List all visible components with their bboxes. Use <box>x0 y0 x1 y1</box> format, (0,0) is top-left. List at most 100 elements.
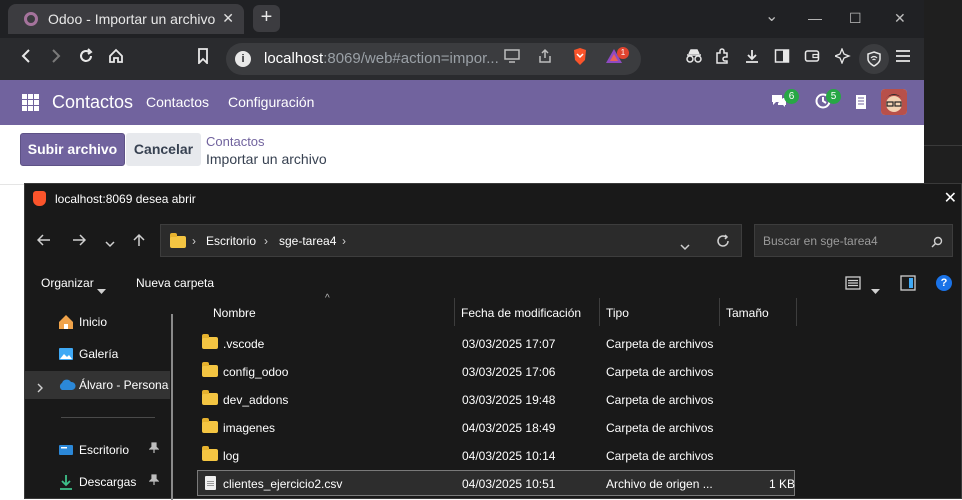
breadcrumb-current: Importar un archivo <box>206 151 327 167</box>
odoo-favicon-icon <box>24 12 38 26</box>
folder-icon <box>202 334 218 349</box>
path-segment-escritorio[interactable]: Escritorio <box>206 234 256 248</box>
file-row[interactable]: .vscode 03/03/2025 17:07 Carpeta de arch… <box>197 330 795 356</box>
bookmark-icon[interactable] <box>192 48 214 70</box>
download-icon <box>58 474 74 490</box>
dialog-back-icon[interactable] <box>36 233 51 250</box>
search-icon <box>931 235 943 253</box>
site-info-icon[interactable]: i <box>235 51 251 67</box>
organize-menu-button[interactable]: Organizar <box>41 276 94 290</box>
home-icon <box>58 314 74 330</box>
browser-toolbar: i localhost:8069/web#action=impor... 1 <box>0 38 924 80</box>
view-options-icon[interactable] <box>845 276 861 295</box>
sidebar-toggle-icon[interactable] <box>771 48 793 70</box>
downloads-icon[interactable] <box>741 48 763 70</box>
help-icon[interactable]: ? <box>936 275 952 291</box>
vpn-shield-icon[interactable] <box>859 44 889 74</box>
back-icon[interactable] <box>15 48 37 70</box>
sidebar-item-descargas[interactable]: Descargas <box>25 468 170 496</box>
extensions-icon[interactable] <box>711 48 733 70</box>
dialog-search-input[interactable]: Buscar en sge-tarea4 <box>754 224 953 257</box>
file-row-selected[interactable]: clientes_ejercicio2.csv 04/03/2025 10:51… <box>197 470 795 496</box>
column-header-name[interactable]: Nombre <box>207 298 455 326</box>
browser-tab-odoo[interactable]: Odoo - Importar un archivo ✕ <box>8 4 244 34</box>
address-dropdown-icon[interactable] <box>680 238 690 256</box>
column-header-type[interactable]: Tipo <box>600 298 720 326</box>
sidebar-item-onedrive[interactable]: Álvaro - Persona <box>25 371 170 399</box>
brave-shields-icon[interactable] <box>569 48 591 70</box>
column-header-modified[interactable]: Fecha de modificación <box>455 298 600 326</box>
preview-pane-icon[interactable] <box>900 275 916 296</box>
browser-tab-strip: Odoo - Importar un archivo ✕ + ⌄ — ☐ ✕ <box>0 0 924 38</box>
path-separator-icon: › <box>192 234 196 248</box>
breadcrumb-contactos[interactable]: Contactos <box>206 134 265 149</box>
sidebar-item-inicio[interactable]: Inicio <box>25 308 170 336</box>
new-tab-button[interactable]: + <box>253 5 280 32</box>
file-row[interactable]: imagenes 04/03/2025 18:49 Carpeta de arc… <box>197 414 795 440</box>
dialog-titlebar: localhost:8069 desea abrir ✕ <box>25 184 962 214</box>
gallery-icon <box>58 346 74 362</box>
dialog-forward-icon[interactable] <box>72 233 87 250</box>
folder-icon <box>202 362 218 377</box>
sidebar-scrollbar[interactable] <box>171 314 173 500</box>
user-avatar[interactable] <box>881 89 907 115</box>
new-folder-button[interactable]: Nueva carpeta <box>136 276 214 290</box>
cancel-button[interactable]: Cancelar <box>126 133 201 166</box>
folder-icon <box>202 446 218 461</box>
share-icon[interactable] <box>534 48 556 70</box>
nav-contactos[interactable]: Contactos <box>146 94 209 110</box>
switch-company-icon[interactable] <box>855 94 867 115</box>
maximize-button[interactable]: ☐ <box>849 10 862 27</box>
up-folder-icon[interactable] <box>133 233 145 251</box>
view-options-chevron-icon[interactable] <box>871 281 880 299</box>
dialog-title: localhost:8069 desea abrir <box>55 192 196 206</box>
csv-file-icon <box>205 476 216 490</box>
file-row[interactable]: dev_addons 03/03/2025 19:48 Carpeta de a… <box>197 386 795 412</box>
activities-badge: 5 <box>826 89 841 104</box>
organize-chevron-icon <box>97 281 106 299</box>
dialog-address-bar[interactable]: › Escritorio › sge-tarea4 › <box>160 224 742 257</box>
close-window-button[interactable]: ✕ <box>894 10 906 27</box>
minimize-button[interactable]: — <box>808 10 822 26</box>
brave-logo-icon <box>33 191 46 206</box>
pin-icon <box>148 474 160 489</box>
desktop-icon <box>58 442 74 458</box>
sidebar-divider <box>61 417 155 418</box>
nav-configuracion[interactable]: Configuración <box>228 94 314 110</box>
tab-search-dropdown-icon[interactable]: ⌄ <box>765 6 778 26</box>
path-separator-icon: › <box>264 234 268 248</box>
file-row[interactable]: log 04/03/2025 10:14 Carpeta de archivos <box>197 442 795 468</box>
odoo-navbar: Contactos Contactos Configuración 6 5 <box>0 80 924 125</box>
wallet-icon[interactable] <box>801 48 823 70</box>
leo-ai-icon[interactable] <box>832 47 854 70</box>
incognito-icon[interactable] <box>683 48 705 70</box>
path-segment-sge-tarea4[interactable]: sge-tarea4 <box>279 234 336 248</box>
control-panel: Subir archivo Cancelar Contactos Importa… <box>0 125 924 185</box>
file-row[interactable]: config_odoo 03/03/2025 17:06 Carpeta de … <box>197 358 795 384</box>
forward-icon[interactable] <box>45 48 67 70</box>
file-open-dialog: localhost:8069 desea abrir ✕ › Escritori… <box>24 183 962 500</box>
recent-locations-chevron-icon[interactable] <box>105 235 115 252</box>
onedrive-cloud-icon <box>58 377 76 393</box>
address-bar[interactable]: i localhost:8069/web#action=impor... 1 <box>226 43 641 75</box>
apps-menu-icon[interactable] <box>22 94 39 111</box>
menu-icon[interactable] <box>892 48 914 70</box>
upload-file-button[interactable]: Subir archivo <box>20 133 125 166</box>
dialog-close-icon[interactable]: ✕ <box>944 188 957 208</box>
url-text[interactable]: localhost:8069/web#action=impor... <box>264 50 499 67</box>
app-name[interactable]: Contactos <box>52 92 133 113</box>
folder-icon <box>170 233 186 248</box>
sidebar-item-galeria[interactable]: Galería <box>25 340 170 368</box>
tab-close-icon[interactable]: ✕ <box>222 10 234 27</box>
column-header-size[interactable]: Tamaño <box>720 298 797 326</box>
expand-chevron-icon[interactable] <box>37 380 43 398</box>
sidebar-item-escritorio[interactable]: Escritorio <box>25 436 170 464</box>
cast-icon[interactable] <box>501 48 523 70</box>
rewards-badge: 1 <box>617 47 629 59</box>
refresh-icon[interactable] <box>716 234 730 253</box>
pin-icon <box>148 442 160 457</box>
path-separator-icon: › <box>342 234 346 248</box>
reload-icon[interactable] <box>75 48 97 70</box>
messages-badge: 6 <box>784 89 799 104</box>
home-icon[interactable] <box>105 48 127 70</box>
